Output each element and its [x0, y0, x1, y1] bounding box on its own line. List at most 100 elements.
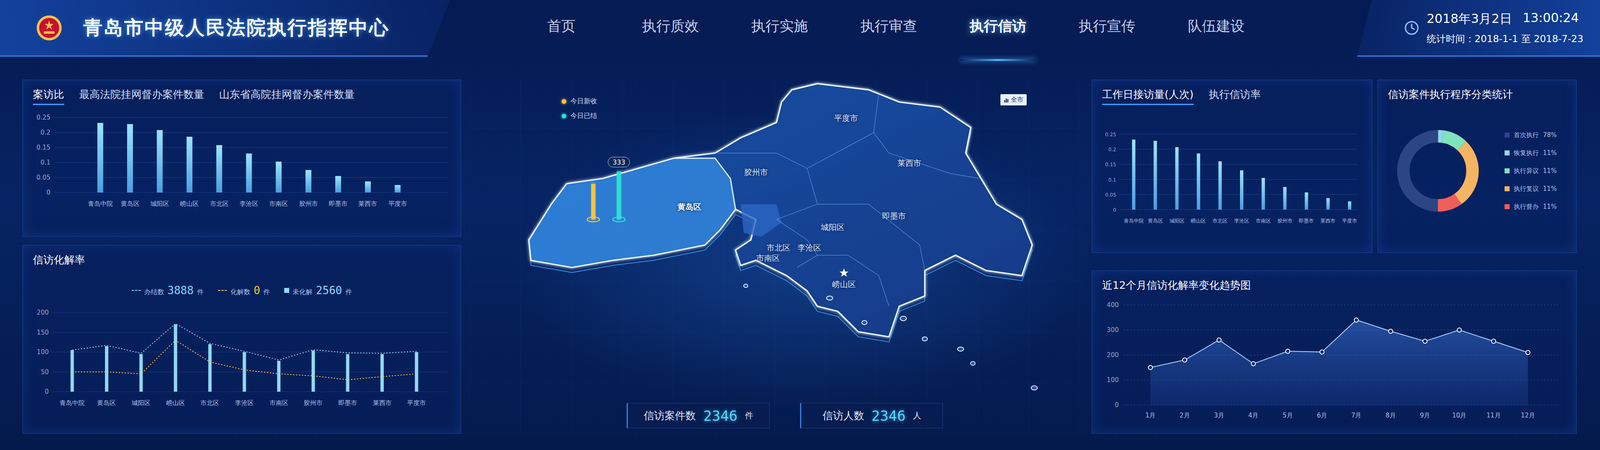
dashboard: 青岛市中级人民法院执行指挥中心首页执行质效执行实施执行审查执行信访执行宣传队伍建…	[0, 0, 1600, 450]
tab[interactable]: 山东省高院挂网督办案件数量	[219, 87, 355, 105]
nav-item[interactable]: 队伍建设	[1161, 0, 1271, 61]
datetime-block: 2018年3月2日13:00:24统计时间：2018-1-1 至 2018-7-…	[1357, 0, 1600, 57]
legend-label: 未化解	[292, 287, 313, 297]
x-label: 6月	[1317, 411, 1328, 420]
y-tick: 0	[1112, 207, 1358, 213]
island	[826, 295, 833, 300]
trend-point	[1285, 349, 1290, 354]
region-label[interactable]: 市南区	[756, 252, 780, 264]
x-label: 莱西市	[372, 399, 392, 407]
svg-text:0.2: 0.2	[40, 128, 51, 137]
y-tick: 150	[36, 328, 448, 337]
main: 案访比最高法院挂网督办案件数量山东省高院挂网督办案件数量0.250.20.150…	[0, 73, 1600, 450]
island	[1031, 385, 1038, 390]
trend-point	[1182, 357, 1187, 363]
region-label[interactable]: 市北区	[766, 242, 791, 254]
left-column: 案访比最高法院挂网督办案件数量山东省高院挂网督办案件数量0.250.20.150…	[22, 79, 462, 434]
bar	[277, 360, 281, 392]
x-label: 11月	[1486, 411, 1501, 420]
completed-line	[72, 323, 417, 360]
scope-button[interactable]: 全市	[1000, 94, 1027, 106]
resolution-chart: 200150100500青岛中院黄岛区城阳区崂山区市北区李沧区市南区胶州市即墨市…	[32, 302, 452, 419]
huangdao-region[interactable]	[528, 158, 736, 268]
segment-percent: 78%	[1542, 131, 1557, 139]
island	[957, 347, 964, 352]
legend-label: 化解数	[230, 287, 251, 297]
bar	[208, 344, 212, 392]
legend-square	[1504, 168, 1510, 174]
right-column: 工作日接访量(人次)执行信访率0.250.20.150.10.050青岛中院黄岛…	[1091, 79, 1577, 434]
region-label[interactable]: 李沧区	[797, 242, 822, 254]
legend-square	[284, 287, 290, 293]
x-label: 青岛中院	[87, 200, 113, 208]
trend-area	[1150, 320, 1528, 405]
legend-square	[1504, 132, 1510, 138]
region-label[interactable]: 平度市	[834, 112, 858, 124]
tab[interactable]: 案访比	[32, 87, 65, 105]
svg-text:0.05: 0.05	[36, 173, 51, 182]
region-label[interactable]: 黄岛区	[677, 201, 702, 213]
donut-legend-item: 执行复议11%	[1504, 185, 1557, 193]
nav-item[interactable]: 执行宣传	[1052, 0, 1162, 61]
bar	[186, 136, 193, 193]
x-label: 2月	[1179, 411, 1190, 420]
map-pin[interactable]	[587, 183, 600, 222]
x-label: 胶州市	[303, 399, 323, 407]
legend-line	[217, 290, 228, 291]
map-land	[528, 83, 1033, 338]
region-label[interactable]: 莱西市	[897, 157, 922, 169]
svg-text:300: 300	[1106, 326, 1119, 334]
bar	[1132, 139, 1136, 210]
y-tick: 0.25	[36, 113, 448, 122]
qingdao-map	[469, 79, 1084, 398]
x-label: 青岛中院	[1123, 217, 1144, 224]
court-emblem-icon	[35, 14, 63, 42]
x-label: 市南区	[1255, 217, 1271, 224]
x-label: 平度市	[388, 200, 408, 208]
donut-body: 首次执行78%恢复执行11%执行异议11%执行复议11%执行督办11%	[1387, 105, 1567, 253]
bar	[70, 350, 74, 392]
nav-item[interactable]: 执行实施	[725, 0, 835, 61]
x-label: 崂山区	[1190, 217, 1206, 224]
nav-item[interactable]: 执行审查	[834, 0, 944, 61]
tab[interactable]: 工作日接访量(人次)	[1102, 87, 1194, 105]
tab[interactable]: 执行信访率	[1208, 87, 1261, 105]
nav-item[interactable]: 执行信访	[943, 0, 1053, 61]
x-label: 即墨市	[328, 200, 348, 208]
nav-item[interactable]: 首页	[506, 0, 616, 61]
bar	[242, 352, 247, 392]
stat-box: 信访案件数2346件	[626, 402, 770, 429]
x-label: 4月	[1248, 411, 1259, 420]
bar	[365, 181, 371, 193]
region-label[interactable]: 胶州市	[744, 167, 768, 178]
svg-text:0: 0	[1114, 401, 1119, 409]
stat-period: 统计时间：2018-1-1 至 2018-7-23	[1426, 32, 1584, 46]
map-legend-item: 今日新收	[561, 97, 598, 106]
region-label[interactable]: 城阳区	[820, 222, 845, 233]
x-label: 5月	[1282, 411, 1293, 420]
segment-label: 执行复议	[1513, 185, 1539, 193]
x-label: 平度市	[1342, 217, 1358, 224]
panel-title: 信访化解率	[32, 245, 451, 272]
bar	[127, 124, 133, 193]
svg-text:0.1: 0.1	[40, 158, 51, 167]
segment-label: 执行异议	[1513, 167, 1539, 175]
visits-chart: 0.250.20.150.10.050青岛中院黄岛区城阳区崂山区市北区李沧区市南…	[1102, 109, 1363, 247]
district-border	[817, 204, 925, 271]
map-area: 今日新收今日已结全市平度市莱西市胶州市黄岛区即墨市城阳区市北区李沧区市南区崂山区…	[469, 79, 1084, 398]
donut-legend-item: 执行异议11%	[1504, 167, 1557, 175]
tab[interactable]: 最高法院挂网督办案件数量	[79, 87, 205, 105]
donut-legend-item: 执行督办11%	[1504, 202, 1557, 211]
map-pin[interactable]	[612, 171, 625, 223]
x-label: 平度市	[407, 399, 426, 407]
legend-item: 未化解2560件	[284, 284, 353, 297]
x-label: 市南区	[269, 399, 289, 407]
bar	[380, 354, 384, 392]
region-label[interactable]: 崂山区	[832, 279, 856, 290]
bar	[415, 352, 419, 392]
x-label: 青岛中院	[59, 399, 85, 407]
region-label[interactable]: 即墨市	[882, 210, 906, 222]
trend-point	[1457, 327, 1462, 333]
x-label: 即墨市	[338, 399, 358, 407]
nav-item[interactable]: 执行质效	[615, 0, 725, 61]
